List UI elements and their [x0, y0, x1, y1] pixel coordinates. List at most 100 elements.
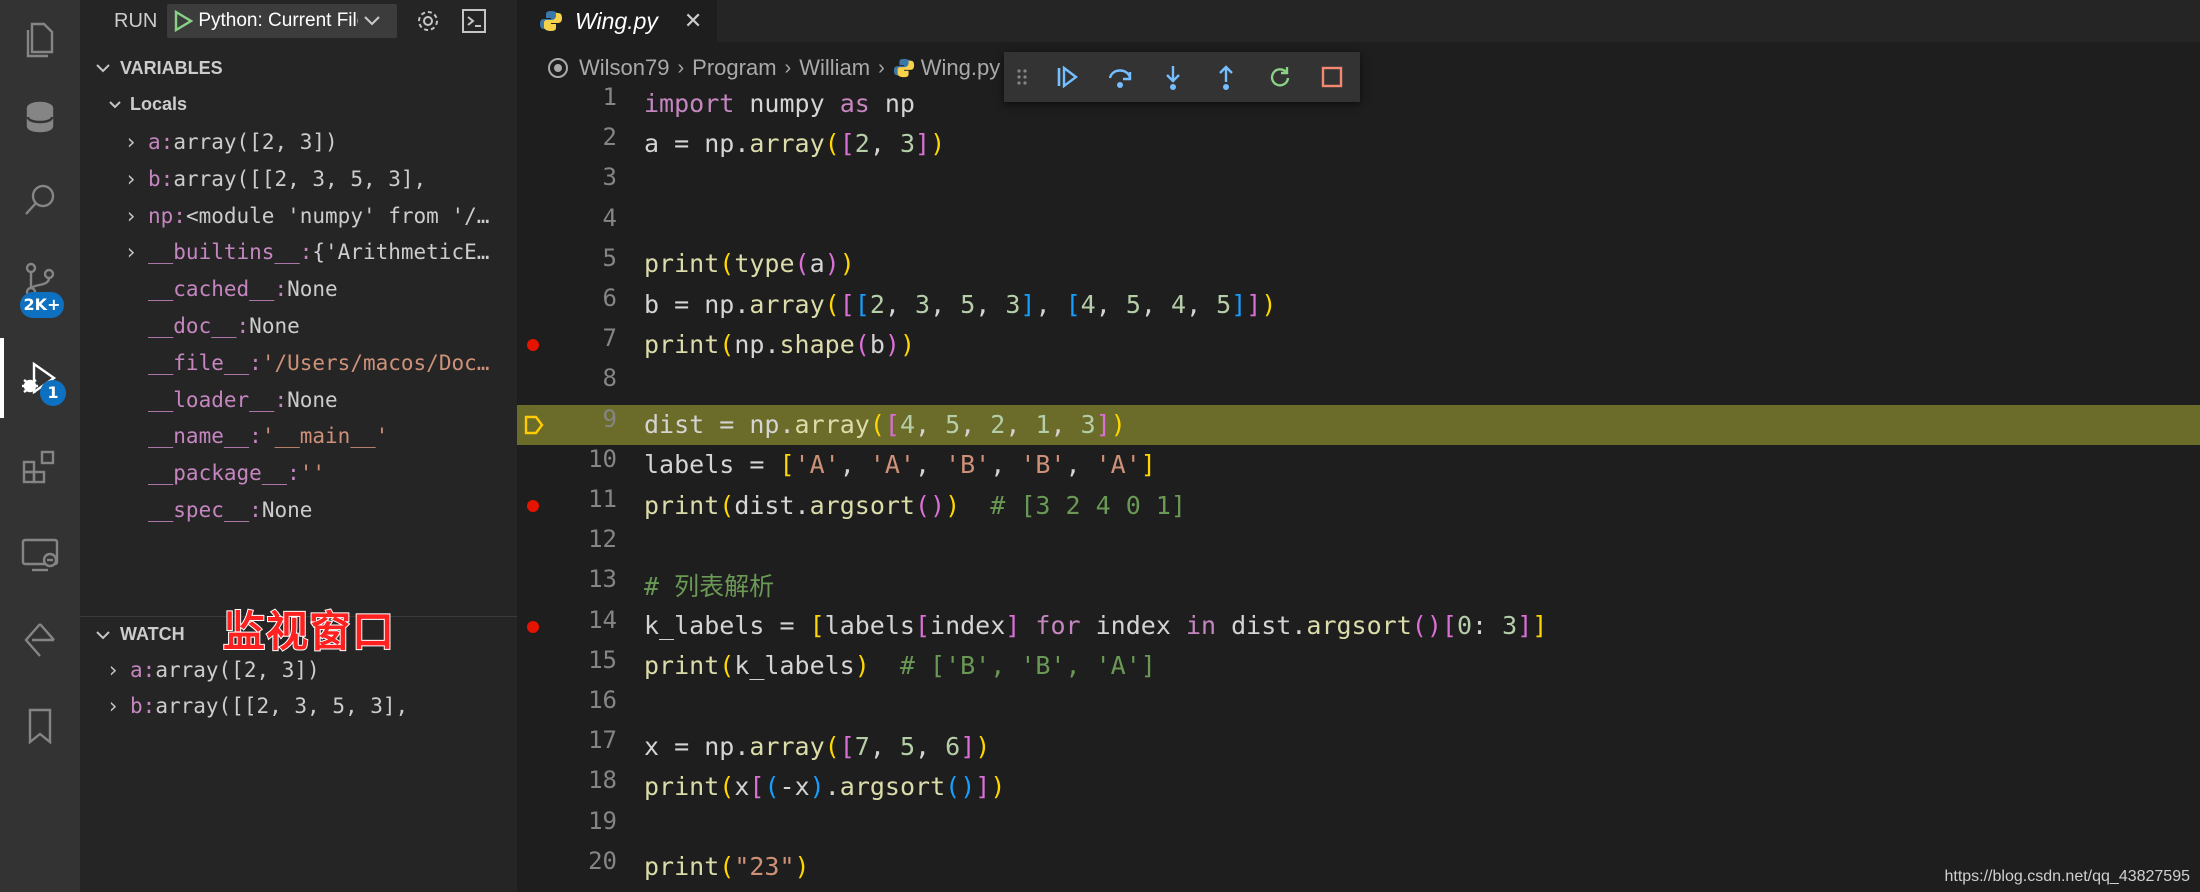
separator: : — [249, 424, 262, 449]
variable-row[interactable]: › a: array([2, 3]) — [80, 124, 517, 160]
code-line[interactable]: 16 — [517, 686, 2200, 726]
chevron-right-icon: › — [784, 56, 792, 79]
code-line[interactable]: 9 dist = np.array([4, 5, 2, 1, 3]) — [517, 404, 2200, 445]
code-line[interactable]: 15 print(k_labels) # ['B', 'B', 'A'] — [517, 646, 2200, 686]
editor-gutter[interactable]: 16 — [517, 686, 617, 726]
database-icon[interactable] — [0, 78, 80, 158]
variable-row[interactable]: __name__: '__main__' — [80, 418, 517, 454]
watch-window-annotation: 监视窗口 — [222, 606, 396, 657]
editor-gutter[interactable]: 8 — [517, 364, 617, 404]
code-line[interactable]: 17 x = np.array([7, 5, 6]) — [517, 726, 2200, 766]
code-line[interactable]: 11 print(dist.argsort()) # [3 2 4 0 1] — [517, 485, 2200, 525]
variable-name: __builtins__ — [148, 240, 300, 265]
separator: : — [173, 203, 186, 228]
variable-row[interactable]: __spec__: None — [80, 492, 517, 528]
testing-icon[interactable] — [0, 600, 80, 680]
editor-gutter[interactable]: 3 — [517, 163, 617, 203]
editor-gutter[interactable]: 7 — [517, 324, 617, 364]
start-debugging-icon[interactable] — [168, 10, 198, 32]
code-text: b = np.array([[2, 3, 5, 3], [4, 5, 4, 5]… — [644, 289, 1277, 319]
watch-title: WATCH — [120, 624, 185, 644]
editor-gutter[interactable]: 19 — [517, 807, 617, 847]
code-line[interactable]: 6 b = np.array([[2, 3, 5, 3], [4, 5, 4, 5… — [517, 284, 2200, 324]
editor-gutter[interactable]: 10 — [517, 445, 617, 485]
run-debug-icon[interactable] — [0, 338, 80, 418]
watch-value: array([[2, 3, 5, 3], — [155, 694, 409, 718]
line-number: 2 — [602, 123, 617, 152]
code-line[interactable]: 18 print(x[(-x).argsort()]) — [517, 766, 2200, 806]
step-out-icon[interactable] — [1199, 52, 1252, 102]
variable-row[interactable]: __cached__: None — [80, 271, 517, 307]
breadcrumb-item[interactable]: Wilson79 — [579, 55, 669, 81]
breadcrumb-item[interactable]: Program — [692, 55, 776, 81]
bookmarks-icon[interactable] — [0, 686, 80, 766]
variable-value: None — [261, 498, 313, 522]
editor-gutter[interactable]: 12 — [517, 525, 617, 565]
search-icon[interactable] — [0, 160, 80, 240]
watch-item[interactable]: › b: array([[2, 3, 5, 3], — [80, 688, 517, 724]
extensions-icon[interactable] — [0, 428, 80, 508]
launch-config-dropdown[interactable]: Python: Current File — [167, 4, 398, 38]
editor-gutter[interactable]: 13 — [517, 565, 617, 605]
variable-row[interactable]: __package__: '' — [80, 455, 517, 491]
breadcrumb-item[interactable]: William — [799, 55, 870, 81]
editor-gutter[interactable]: 17 — [517, 726, 617, 766]
continue-icon[interactable] — [1040, 52, 1093, 102]
breadcrumb: Wilson79 › Program › William › Wing.py — [517, 50, 1000, 86]
breadcrumb-item[interactable]: Wing.py — [921, 55, 1000, 81]
variable-row[interactable]: › b: array([[2, 3, 5, 3], — [80, 161, 517, 197]
remote-explorer-icon[interactable] — [0, 514, 80, 594]
line-number: 3 — [602, 163, 617, 192]
variable-row[interactable]: › __builtins__: {'ArithmeticE… — [80, 234, 517, 270]
code-line[interactable]: 5 print(type(a)) — [517, 244, 2200, 284]
editor-gutter[interactable]: 11 — [517, 485, 617, 525]
editor-gutter[interactable]: 4 — [517, 204, 617, 244]
chevron-right-icon[interactable]: › — [102, 694, 124, 718]
breakpoint-icon[interactable] — [527, 500, 539, 512]
chevron-right-icon[interactable]: › — [102, 658, 124, 682]
chevron-right-icon[interactable]: › — [120, 204, 142, 228]
editor-gutter[interactable]: 5 — [517, 244, 617, 284]
editor-gutter[interactable]: 15 — [517, 646, 617, 686]
code-line[interactable]: 8 — [517, 364, 2200, 404]
code-line[interactable]: 19 — [517, 807, 2200, 847]
chevron-right-icon[interactable]: › — [120, 167, 142, 191]
close-icon[interactable]: ✕ — [684, 9, 702, 34]
editor-gutter[interactable]: 18 — [517, 766, 617, 806]
breakpoint-icon[interactable] — [527, 620, 539, 633]
stop-icon[interactable] — [1305, 52, 1358, 102]
chevron-right-icon[interactable]: › — [120, 240, 142, 264]
launch-config-name: Python: Current File — [198, 10, 359, 31]
restart-icon[interactable] — [1252, 52, 1305, 102]
step-over-icon[interactable] — [1093, 52, 1146, 102]
drag-handle-icon[interactable] — [1004, 52, 1040, 102]
code-line[interactable]: 2 a = np.array([2, 3]) — [517, 123, 2200, 163]
variable-row[interactable]: __file__: '/Users/macos/Doc… — [80, 345, 517, 381]
gear-icon[interactable] — [413, 6, 443, 36]
editor-gutter[interactable]: 9 — [517, 405, 617, 445]
editor-gutter[interactable]: 1 — [517, 83, 617, 123]
variable-row[interactable]: › np: <module 'numpy' from '/… — [80, 198, 517, 234]
debug-console-icon[interactable] — [459, 6, 489, 36]
code-line[interactable]: 13 # 列表解析 — [517, 565, 2200, 605]
code-line[interactable]: 10 labels = ['A', 'A', 'B', 'B', 'A'] — [517, 445, 2200, 485]
editor-gutter[interactable]: 2 — [517, 123, 617, 163]
editor-gutter[interactable]: 14 — [517, 606, 617, 646]
variable-row[interactable]: __doc__: None — [80, 308, 517, 344]
variable-row[interactable]: __loader__: None — [80, 382, 517, 418]
locals-scope[interactable]: Locals — [80, 86, 517, 122]
code-line[interactable]: 4 — [517, 204, 2200, 244]
variables-section-header[interactable]: VARIABLES — [80, 50, 517, 86]
variable-name: __cached__ — [148, 277, 275, 302]
code-line[interactable]: 14 k_labels = [labels[index] for index in… — [517, 606, 2200, 646]
step-into-icon[interactable] — [1146, 52, 1199, 102]
code-line[interactable]: 3 — [517, 163, 2200, 203]
editor-gutter[interactable]: 6 — [517, 284, 617, 324]
tab-wing-py[interactable]: Wing.py ✕ — [517, 0, 717, 42]
editor-gutter[interactable]: 20 — [517, 847, 617, 887]
breakpoint-icon[interactable] — [527, 339, 539, 352]
files-icon[interactable] — [0, 0, 80, 80]
code-line[interactable]: 7 print(np.shape(b)) — [517, 324, 2200, 364]
chevron-right-icon[interactable]: › — [120, 130, 142, 154]
code-line[interactable]: 12 — [517, 525, 2200, 565]
